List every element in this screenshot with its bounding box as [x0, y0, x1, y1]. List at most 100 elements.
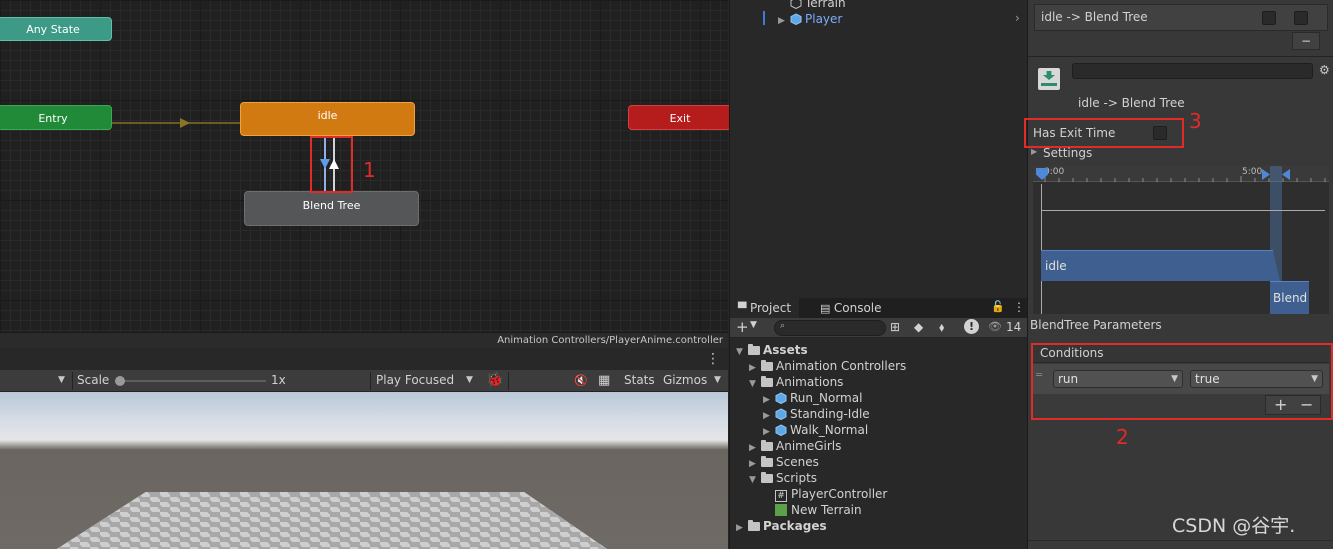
tree-item-scenes[interactable]: ▶ Scenes — [749, 454, 819, 470]
more-menu-icon[interactable]: ⋮ — [706, 351, 720, 367]
annotation-number-2: 2 — [1116, 425, 1129, 449]
project-search-input[interactable]: ⌕ — [774, 320, 886, 336]
scale-slider-handle[interactable] — [115, 376, 125, 386]
warning-icon[interactable]: ! — [964, 319, 979, 334]
lock-icon[interactable]: 🔓 — [991, 300, 1005, 313]
play-mode-chevron-icon[interactable]: ▼ — [466, 370, 473, 391]
tree-label: AnimeGirls — [776, 439, 842, 453]
transition-list: idle -> Blend Tree — [1034, 4, 1328, 31]
node-any-state[interactable]: Any State — [0, 17, 112, 41]
blendtree-parameters-label: BlendTree Parameters — [1030, 318, 1162, 332]
expand-arrow-icon[interactable]: ▶ — [778, 13, 790, 29]
clip-bar-idle[interactable]: idle — [1041, 250, 1280, 281]
game-viewport[interactable] — [0, 392, 728, 549]
tree-item-scripts[interactable]: ▼ Scripts — [749, 470, 817, 486]
more-menu-icon[interactable]: ⋮ — [1013, 300, 1025, 314]
project-tab-bar: ▀ Project ▤ Console 🔓 ⋮ — [730, 298, 1027, 319]
expand-arrow-icon[interactable]: ▼ — [749, 376, 761, 392]
remove-transition-button[interactable]: − — [1292, 32, 1320, 50]
checkered-floor — [36, 492, 627, 549]
tree-item-animegirls[interactable]: ▶ AnimeGirls — [749, 438, 841, 454]
search-icon: ⌕ — [780, 321, 786, 331]
terrain-asset-icon — [775, 504, 787, 516]
model-cube-icon — [775, 392, 787, 404]
hierarchy-item-player[interactable]: ▶ Player — [778, 11, 842, 27]
transition-timeline[interactable]: 0:00 5:00 idle Blend — [1033, 166, 1329, 314]
csharp-script-icon: # — [775, 490, 787, 502]
hierarchy-item-terrain[interactable]: Terrain — [790, 0, 846, 11]
folder-icon — [761, 376, 773, 387]
clip-label: idle — [1045, 259, 1067, 273]
transition-list-item[interactable]: idle -> Blend Tree — [1041, 10, 1148, 24]
tree-item-walk-normal[interactable]: ▶ Walk_Normal — [763, 422, 868, 438]
scale-slider-track[interactable] — [116, 380, 266, 382]
tree-item-new-terrain[interactable]: New Terrain — [775, 502, 862, 518]
play-focused-dropdown[interactable]: Play Focused — [376, 370, 454, 391]
tree-label: Animation Controllers — [776, 359, 907, 373]
tree-item-packages[interactable]: ▶ Packages — [736, 518, 827, 534]
controller-path: Animation Controllers/PlayerAnime.contro… — [0, 332, 728, 348]
model-cube-icon — [775, 408, 787, 420]
folder-icon — [761, 360, 773, 371]
tab-console[interactable]: ▤ Console — [812, 298, 890, 319]
hidden-packages-count: 14 — [1006, 320, 1022, 334]
bug-icon[interactable]: 🐞 — [486, 370, 503, 391]
tree-item-assets[interactable]: ▼ Assets — [736, 342, 808, 358]
animator-graph[interactable]: Any State Entry idle Exit Blend Tree 1 A… — [0, 0, 732, 348]
model-cube-icon — [775, 424, 787, 436]
expand-arrow-icon[interactable]: ▼ — [736, 344, 748, 360]
node-idle[interactable]: idle — [240, 102, 415, 136]
add-asset-icon[interactable]: + — [736, 318, 749, 336]
folder-icon — [748, 520, 760, 531]
node-exit[interactable]: Exit — [628, 105, 732, 130]
transition-title: idle -> Blend Tree — [1078, 96, 1185, 110]
mute-checkbox[interactable] — [1294, 11, 1308, 25]
add-chevron-icon[interactable]: ▼ — [750, 320, 757, 330]
chevron-right-icon[interactable]: › — [1015, 11, 1020, 25]
tree-item-playercontroller[interactable]: # PlayerController — [775, 486, 887, 502]
tree-label: Packages — [763, 519, 827, 533]
transition-name-field[interactable] — [1072, 63, 1313, 79]
inspector-panel: idle -> Blend Tree − ⚙ idle -> Blend Tre… — [1024, 0, 1333, 549]
tree-label: Scripts — [776, 471, 818, 485]
gear-icon[interactable]: ⚙ — [1319, 63, 1330, 77]
toolbar-divider — [72, 372, 73, 390]
clip-bar-blend[interactable]: Blend — [1270, 281, 1309, 314]
eye-icon[interactable]: 👁 — [988, 320, 1002, 333]
tree-item-standing-idle[interactable]: ▶ Standing-Idle — [763, 406, 870, 422]
node-blend-tree[interactable]: Blend Tree — [244, 191, 419, 226]
game-view-toolbar: ▼ Scale 1x Play Focused ▼ 🐞 🔇 ▦ Stats Gi… — [0, 370, 728, 392]
down-arrow-icon — [1043, 71, 1055, 80]
grid-icon[interactable]: ▦ — [598, 370, 610, 391]
display-dropdown-icon[interactable]: ▼ — [58, 370, 65, 391]
toolbar-divider — [370, 372, 371, 390]
tab-label: Project — [749, 301, 792, 315]
watermark: CSDN @谷宇. — [1172, 515, 1296, 537]
gizmos-button[interactable]: Gizmos — [663, 370, 707, 391]
folder-icon — [748, 344, 760, 355]
stats-button[interactable]: Stats — [624, 370, 655, 391]
baseline — [1041, 83, 1057, 86]
divider — [1028, 56, 1333, 57]
search-by-type-icon[interactable]: ⊞ — [890, 320, 900, 334]
clip-label: Blend — [1273, 291, 1308, 305]
tree-label: Run_Normal — [790, 391, 863, 405]
filter-icon[interactable]: ◆ — [914, 320, 923, 334]
tree-item-animation-controllers[interactable]: ▶ Animation Controllers — [749, 358, 906, 374]
hierarchy-item-label: Player — [805, 12, 843, 26]
mute-audio-icon[interactable]: 🔇 — [574, 370, 588, 391]
expand-arrow-icon[interactable]: ▶ — [736, 520, 748, 536]
settings-foldout-icon[interactable]: ▶ — [1031, 147, 1037, 156]
solo-checkbox[interactable] — [1262, 11, 1276, 25]
tree-item-animations[interactable]: ▼ Animations — [749, 374, 843, 390]
expand-arrow-icon[interactable]: ▼ — [749, 472, 761, 488]
label-tag-icon[interactable]: ⬧ — [939, 320, 944, 335]
tree-label: PlayerController — [791, 487, 888, 501]
node-entry[interactable]: Entry — [0, 105, 112, 130]
playhead-line — [1041, 184, 1042, 314]
gameobject-icon — [790, 0, 802, 9]
tab-project[interactable]: ▀ Project — [730, 298, 800, 319]
tree-item-run-normal[interactable]: ▶ Run_Normal — [763, 390, 862, 406]
gizmos-chevron-icon[interactable]: ▼ — [714, 370, 721, 391]
settings-foldout[interactable]: Settings — [1043, 146, 1092, 160]
